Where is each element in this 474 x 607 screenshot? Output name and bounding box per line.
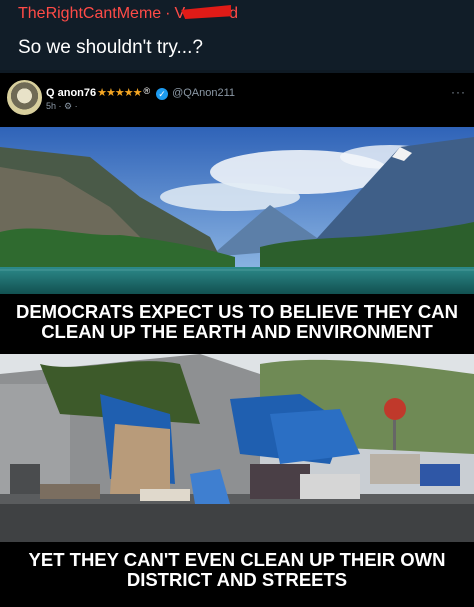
tweet-header: Q anon76★★★★★ ® ✓ @QAnon211 5h · ⚙ · ··· [0,73,474,125]
registered-mark: ® [143,86,151,96]
time-separator: · [74,101,78,111]
tweet-screenshot: Q anon76★★★★★® ✓@QAnon211 5h · ⚙ · ··· [0,73,474,607]
star-icons: ★★★★★ [97,87,142,99]
tweet-time: 5h [46,101,57,111]
tweet-user-line: Q anon76★★★★★ ® ✓ @QAnon211 [46,86,235,100]
meta-separator: · [165,5,171,22]
mountain-lake-illustration [0,127,474,297]
post-meta: TheRightCantMeme · Vd [18,5,238,23]
more-options-icon[interactable]: ··· [451,85,466,99]
post-header: TheRightCantMeme · Vd So we shouldn't try.… [0,0,474,70]
redaction-scribble [181,5,232,19]
author-link[interactable]: Vd [175,5,238,22]
tweet-handle: @QAnon211 [172,87,236,99]
street-encampment-illustration [0,354,474,544]
subreddit-link[interactable]: TheRightCantMeme [18,5,161,22]
post-title[interactable]: So we shouldn't try...? [18,37,203,59]
display-name: Q anon76 [46,87,97,99]
time-separator: · [58,101,62,111]
bottom-caption: YET THEY CAN'T EVEN CLEAN UP THEIR OWN D… [0,542,474,607]
globe-icon: ⚙ [64,101,73,111]
verified-badge-icon: ✓ [156,88,169,100]
tweet-time-line: 5h · ⚙ · [46,101,78,112]
avatar [7,80,42,115]
top-caption: DEMOCRATS EXPECT US TO BELIEVE THEY CAN … [0,294,474,349]
